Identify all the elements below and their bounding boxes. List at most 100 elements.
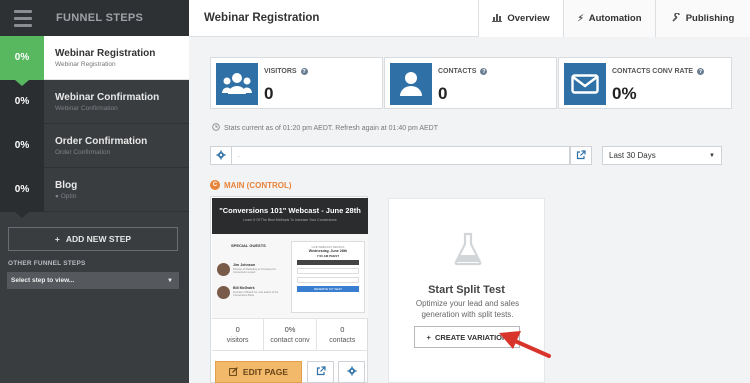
tab-automation[interactable]: ⚡︎ Automation — [563, 0, 655, 37]
wrench-icon — [672, 12, 681, 24]
stats-note-text: Stats current as of 01:20 pm AEDT. Refre… — [224, 124, 438, 132]
guest-avatar — [217, 263, 230, 276]
preview-stats: 0 visitors 0% contact conv 0 contacts — [212, 318, 368, 350]
guest-item: Jim Johnson Director of Marketing at Com… — [217, 263, 281, 276]
step-percent: 0% — [0, 167, 44, 218]
tab-publishing-label: Publishing — [685, 13, 735, 24]
step-name: Webinar Registration — [55, 47, 156, 59]
visitors-card: VISITORS? 0 — [210, 57, 383, 109]
reg-button: RESERVE MY SEAT — [297, 286, 359, 292]
preview-actions: EDIT PAGE — [212, 350, 368, 383]
add-new-step-label: ADD NEW STEP — [65, 234, 132, 244]
guest-item: Bill McGwirk Founder of Brand Co. and au… — [217, 286, 281, 299]
help-icon[interactable]: ? — [300, 68, 308, 75]
reg-field — [297, 277, 359, 283]
step-blog[interactable]: 0% Blog ● Optin — [0, 167, 189, 218]
gear-icon — [347, 363, 357, 381]
reg-date: Wednesday, June 28th — [308, 249, 348, 253]
stats-note: Stats current as of 01:20 pm AEDT. Refre… — [212, 123, 438, 133]
help-icon[interactable]: ? — [697, 68, 705, 75]
help-icon[interactable]: ? — [480, 68, 488, 75]
envelope-icon — [564, 63, 606, 105]
stat-label: contacts — [329, 337, 356, 344]
step-webinar-registration[interactable]: 0% Webinar Registration Webinar Registra… — [0, 35, 189, 86]
page-title: Webinar Registration — [204, 12, 320, 24]
caret-down-icon: ▼ — [167, 277, 173, 284]
page-preview-card: "Conversions 101" Webcast - June 28th Le… — [210, 196, 368, 383]
step-order-confirmation[interactable]: 0% Order Confirmation Order Confirmation — [0, 123, 189, 174]
guest-desc: Founder of Brand Co. and author of the C… — [233, 291, 279, 297]
bar-chart-icon — [492, 13, 503, 24]
caret-down-icon: ▼ — [709, 152, 715, 159]
page-settings-button[interactable] — [338, 361, 365, 383]
plus-icon: + — [426, 332, 431, 342]
step-subtitle: Webinar Confirmation — [55, 104, 118, 112]
guest-desc: Director of Marketing at Company Inc. Co… — [233, 268, 277, 274]
step-percent: 0% — [0, 35, 44, 86]
reg-field — [297, 268, 359, 274]
step-subtitle: Webinar Registration — [55, 60, 116, 68]
control-badge: C — [210, 180, 220, 190]
guest-avatar — [217, 286, 230, 299]
split-test-title: Start Split Test — [428, 284, 505, 296]
preview-open-button[interactable] — [307, 361, 334, 383]
registration-box: LIVE WEBCAST DETAILS Wednesday, June 28t… — [291, 241, 365, 313]
date-range-select[interactable]: Last 30 Days ▼ — [602, 146, 722, 165]
stat-label: contact conv — [270, 337, 310, 344]
contacts-value: 0 — [438, 84, 448, 103]
external-link-icon — [316, 363, 326, 381]
stat-value: 0% — [284, 325, 296, 334]
tab-overview[interactable]: Overview — [478, 0, 563, 37]
contacts-card: CONTACTS? 0 — [384, 57, 557, 109]
plus-icon: + — [54, 234, 60, 244]
step-percent: 0% — [0, 123, 44, 174]
conv-rate-label: CONTACTS CONV RATE? — [612, 68, 705, 75]
preview-stat-contacts: 0 contacts — [317, 319, 368, 350]
external-link-icon — [576, 147, 586, 165]
visitors-label: VISITORS? — [264, 68, 308, 75]
step-name: Webinar Confirmation — [55, 91, 160, 103]
stat-label: visitors — [226, 337, 249, 344]
top-bar: Webinar Registration Overview ⚡︎ Automat… — [189, 0, 750, 37]
tab-automation-label: Automation — [588, 13, 642, 24]
step-subtitle: ● Optin — [55, 193, 77, 200]
other-steps-select-value: Select step to view... — [11, 277, 75, 284]
users-icon — [216, 63, 258, 105]
lock-icon: ● — [55, 192, 59, 200]
page-url-input[interactable]: . — [232, 146, 570, 165]
main-control-label: C MAIN (CONTROL) — [210, 180, 292, 190]
funnel-sidebar: FUNNEL STEPS 0% Webinar Registration Web… — [0, 0, 189, 383]
tab-publishing[interactable]: Publishing — [655, 0, 750, 37]
thumbnail-title: "Conversions 101" Webcast - June 28th — [219, 206, 361, 215]
step-percent: 0% — [0, 79, 44, 130]
guest-name: Bill McGwirk — [233, 286, 255, 290]
conv-rate-card: CONTACTS CONV RATE? 0% — [558, 57, 732, 109]
other-steps-select[interactable]: Select step to view... ▼ — [7, 272, 179, 289]
reg-time: 7:00 AM PHEST — [316, 254, 340, 258]
flask-icon — [453, 232, 483, 271]
thumbnail-header[interactable]: "Conversions 101" Webcast - June 28th Le… — [212, 198, 368, 234]
preview-stat-contact-conv: 0% contact conv — [264, 319, 317, 350]
edit-icon — [229, 366, 238, 378]
contacts-label: CONTACTS? — [438, 68, 488, 75]
gear-icon — [216, 147, 226, 165]
url-settings-button[interactable] — [210, 146, 232, 165]
bolt-icon: ⚡︎ — [577, 13, 584, 23]
step-webinar-confirmation[interactable]: 0% Webinar Confirmation Webinar Confirma… — [0, 79, 189, 130]
step-name: Order Confirmation — [55, 135, 148, 147]
step-subtitle: Order Confirmation — [55, 148, 111, 156]
tab-overview-label: Overview — [507, 13, 550, 24]
stat-value: 0 — [235, 325, 240, 334]
visitors-value: 0 — [264, 84, 274, 103]
thumbnail-subtitle: Learn 5 Of The Best Methods To Increase … — [243, 218, 337, 222]
annotation-arrow-icon — [495, 325, 555, 366]
clock-icon — [212, 123, 220, 133]
other-funnel-steps-label: OTHER FUNNEL STEPS — [8, 260, 86, 267]
reg-countdown — [297, 260, 359, 265]
step-subtitle-text: Optin — [60, 192, 77, 200]
add-new-step-button[interactable]: + ADD NEW STEP — [8, 227, 178, 251]
open-url-button[interactable] — [570, 146, 592, 165]
split-test-description: Optimize your lead and sales generation … — [415, 299, 520, 319]
edit-page-button[interactable]: EDIT PAGE — [215, 361, 302, 383]
menu-icon[interactable] — [0, 0, 46, 36]
